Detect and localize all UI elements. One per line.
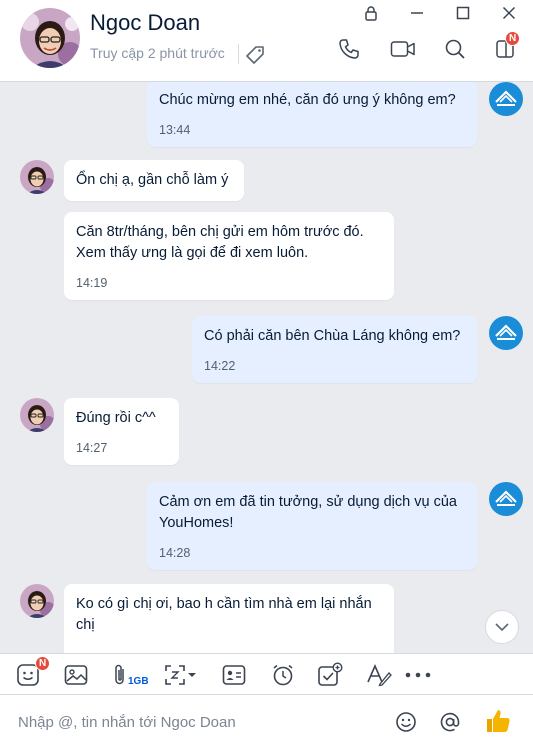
emoji-button[interactable] <box>394 710 418 734</box>
contact-card-button[interactable] <box>222 662 246 688</box>
contact-avatar-small[interactable] <box>20 398 54 432</box>
image-icon <box>64 665 88 685</box>
composer-toolbar: N 1GB <box>0 653 533 695</box>
screenshot-button[interactable] <box>163 662 197 688</box>
screenshot-icon <box>165 665 185 685</box>
message-list[interactable]: Chúc mừng em nhé, căn đó ưng ý không em?… <box>0 82 533 653</box>
youhomes-logo <box>489 316 523 350</box>
more-icon <box>405 672 431 678</box>
task-button[interactable] <box>317 662 343 688</box>
message-time: 14:28 <box>159 546 191 560</box>
message-bubble-outgoing[interactable]: Chúc mừng em nhé, căn đó ưng ý không em?… <box>147 82 477 147</box>
chevron-down-icon <box>495 623 509 632</box>
message-text: Ko có gì chị ơi, bao h cần tìm nhà em lạ… <box>76 596 372 633</box>
contact-name: Ngoc Doan <box>90 10 201 35</box>
youhomes-logo <box>489 82 523 116</box>
caret-down-icon <box>188 673 196 677</box>
contact-status: Truy cập 2 phút trước <box>90 45 225 61</box>
message-input[interactable] <box>0 695 380 749</box>
contact-card-icon <box>222 665 246 685</box>
message-bubble-incoming[interactable]: Ko có gì chị ơi, bao h cần tìm nhà em lạ… <box>64 584 394 653</box>
emoji-icon <box>396 712 416 732</box>
contact-avatar[interactable] <box>20 8 80 68</box>
lock-icon[interactable] <box>362 4 380 22</box>
image-button[interactable] <box>64 662 88 688</box>
format-text-button[interactable] <box>366 662 392 688</box>
minimize-icon[interactable] <box>408 4 426 22</box>
attach-file-button[interactable]: 1GB <box>113 662 149 688</box>
contact-avatar-small[interactable] <box>20 160 54 194</box>
message-text: Ổn chị ạ, gần chỗ làm ý <box>76 172 229 188</box>
message-text: Đúng rồi c^^ <box>76 410 156 426</box>
message-time: 13:44 <box>159 123 191 137</box>
call-icon[interactable] <box>336 36 362 62</box>
message-bubble-incoming[interactable]: Đúng rồi c^^ 14:27 <box>64 398 179 465</box>
alarm-clock-icon <box>273 664 293 686</box>
message-bubble-outgoing[interactable]: Cảm ơn em đã tin tưởng, sử dụng dịch vụ … <box>147 482 477 570</box>
message-bubble-outgoing[interactable]: Có phải căn bên Chùa Láng không em? 14:2… <box>192 316 477 383</box>
maximize-icon[interactable] <box>454 4 472 22</box>
at-sign-icon <box>440 712 460 732</box>
video-call-icon[interactable] <box>389 36 417 62</box>
composer <box>0 695 533 749</box>
message-text: Có phải căn bên Chùa Láng không em? <box>204 328 461 344</box>
close-icon[interactable] <box>500 4 518 22</box>
search-icon[interactable] <box>442 36 468 62</box>
text-format-icon <box>367 664 392 687</box>
contact-avatar-small[interactable] <box>20 584 54 618</box>
tag-icon[interactable] <box>244 44 266 66</box>
message-bubble-incoming[interactable]: Ổn chị ạ, gần chỗ làm ý <box>64 160 244 201</box>
message-text: Chúc mừng em nhé, căn đó ưng ý không em? <box>159 92 456 108</box>
task-add-icon <box>318 662 343 686</box>
thumbs-up-icon <box>487 710 510 732</box>
file-size-label: 1GB <box>128 675 149 687</box>
paperclip-icon <box>115 664 124 685</box>
message-text: Căn 8tr/tháng, bên chị gửi em hôm trước … <box>76 224 364 261</box>
mention-button[interactable] <box>438 710 462 734</box>
message-time: 14:19 <box>76 276 108 290</box>
chat-header: Ngoc Doan Truy cập 2 phút trước N <box>0 0 533 82</box>
message-text: Cảm ơn em đã tin tưởng, sử dụng dịch vụ … <box>159 494 457 531</box>
youhomes-logo <box>489 482 523 516</box>
more-options-button[interactable] <box>405 662 431 688</box>
like-button[interactable] <box>483 706 513 736</box>
message-time: 14:22 <box>204 359 236 373</box>
header-divider <box>238 44 239 64</box>
message-bubble-incoming[interactable]: Căn 8tr/tháng, bên chị gửi em hôm trước … <box>64 212 394 300</box>
scroll-to-bottom-button[interactable] <box>485 610 519 644</box>
reminder-button[interactable] <box>271 662 295 688</box>
sticker-badge: N <box>35 656 51 671</box>
message-time: 14:27 <box>76 441 108 455</box>
